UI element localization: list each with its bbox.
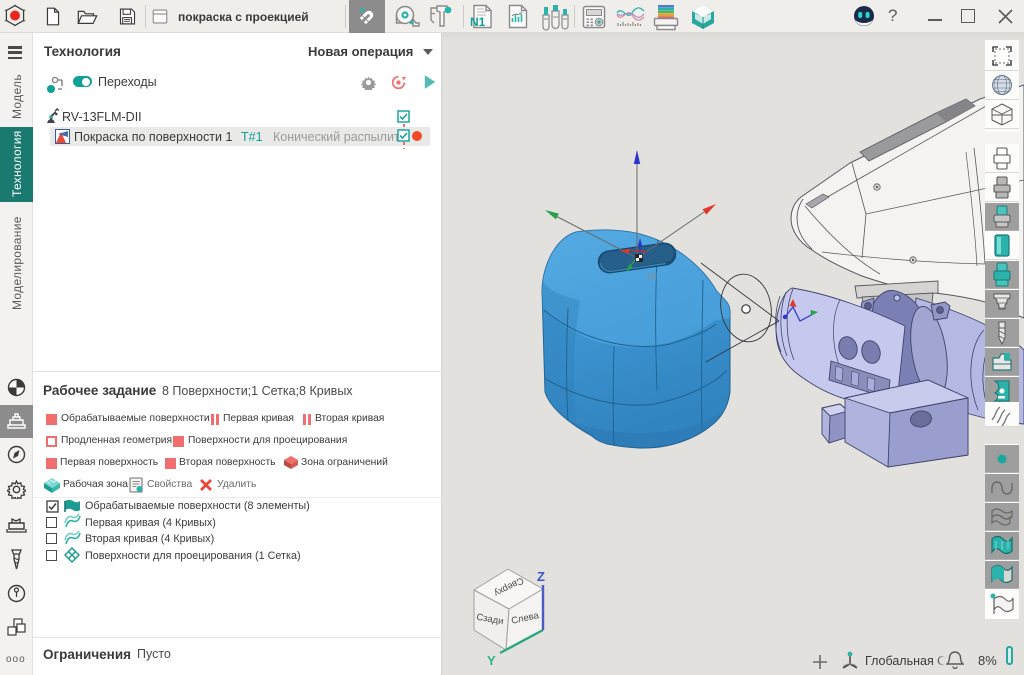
- svg-text:Z: Z: [537, 569, 545, 584]
- svg-text:[м]: [м]: [648, 273, 657, 280]
- svg-text:N1: N1: [470, 15, 486, 29]
- svg-text:Y: Y: [487, 653, 496, 668]
